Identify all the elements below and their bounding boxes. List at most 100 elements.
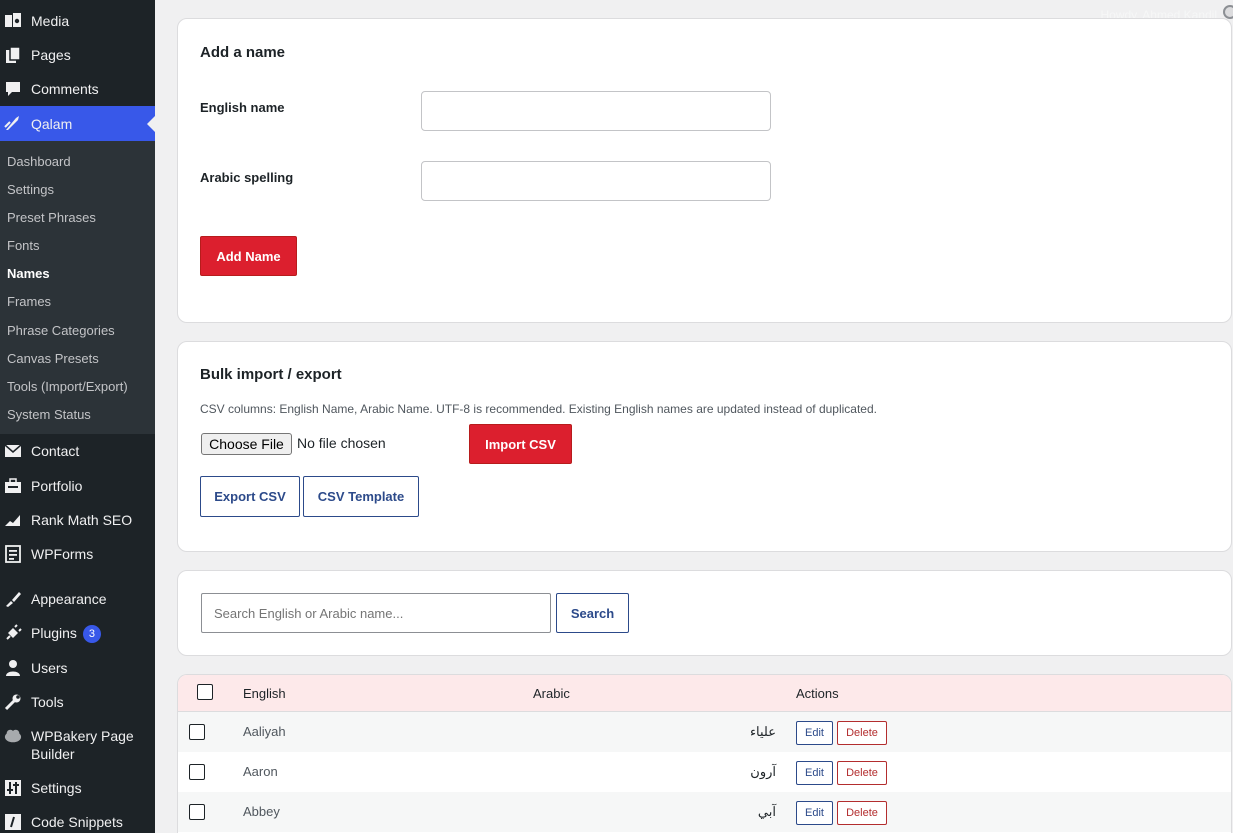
- admin-sidebar: Media Pages Comments Qalam Dashboard Set…: [0, 0, 155, 833]
- sidebar-item-pages[interactable]: Pages: [0, 46, 155, 66]
- wrench-icon: [4, 693, 22, 711]
- csv-help-text: CSV columns: English Name, Arabic Name. …: [200, 402, 877, 416]
- settings-icon: [4, 779, 22, 797]
- users-icon: [4, 659, 22, 677]
- sidebar-item-label: Contact: [31, 443, 80, 459]
- arabic-spelling-label: Arabic spelling: [200, 170, 294, 185]
- export-csv-button[interactable]: Export CSV: [200, 476, 300, 517]
- media-icon: [4, 12, 22, 30]
- row-checkbox[interactable]: [189, 724, 205, 740]
- sidebar-item-label: Code Snippets: [31, 814, 123, 830]
- table-header: English Arabic Actions: [178, 675, 1231, 712]
- sidebar-item-label: Tools: [31, 694, 64, 710]
- submenu-fonts[interactable]: Fonts: [7, 238, 40, 254]
- table-row: Aaliyah علياء Edit Delete: [178, 712, 1231, 752]
- submenu-canvas-presets[interactable]: Canvas Presets: [7, 351, 99, 367]
- arabic-spelling-input[interactable]: [421, 161, 771, 201]
- column-arabic[interactable]: Arabic: [533, 686, 570, 701]
- sidebar-item-label: Appearance: [31, 591, 107, 607]
- english-name-cell: Abbey: [243, 804, 280, 819]
- sidebar-item-label: Rank Math SEO: [31, 512, 133, 528]
- sidebar-item-appearance[interactable]: Appearance: [0, 590, 155, 610]
- row-checkbox[interactable]: [189, 804, 205, 820]
- sidebar-item-rank-math[interactable]: Rank Math SEO: [0, 511, 155, 531]
- column-actions: Actions: [796, 686, 839, 701]
- sidebar-item-wpbakery[interactable]: WPBakery Page Builder: [0, 727, 155, 765]
- submenu-names[interactable]: Names: [7, 266, 50, 282]
- edit-button[interactable]: Edit: [796, 721, 833, 745]
- delete-button[interactable]: Delete: [837, 721, 887, 745]
- sidebar-item-contact[interactable]: Contact: [0, 442, 155, 462]
- sidebar-item-comments[interactable]: Comments: [0, 80, 155, 100]
- code-snippets-icon: [4, 813, 22, 831]
- submenu-preset-phrases[interactable]: Preset Phrases: [7, 210, 96, 226]
- qalam-submenu: Dashboard Settings Preset Phrases Fonts …: [0, 141, 155, 434]
- sidebar-item-plugins[interactable]: Plugins 3: [0, 624, 155, 644]
- sidebar-item-label: Media: [31, 13, 70, 29]
- qalam-icon: [4, 114, 22, 132]
- edit-button[interactable]: Edit: [796, 761, 833, 785]
- select-all-checkbox[interactable]: [197, 684, 213, 700]
- sidebar-item-label: Users: [31, 660, 68, 676]
- comments-icon: [4, 80, 22, 98]
- submenu-frames[interactable]: Frames: [7, 294, 51, 310]
- sidebar-item-label: Pages: [31, 47, 71, 63]
- english-name-cell: Aaron: [243, 764, 278, 779]
- edit-button[interactable]: Edit: [796, 801, 833, 825]
- english-name-label: English name: [200, 100, 285, 115]
- appearance-icon: [4, 590, 22, 608]
- submenu-tools-import-export[interactable]: Tools (Import/Export): [7, 379, 128, 395]
- column-english[interactable]: English: [243, 686, 286, 701]
- sidebar-item-tools[interactable]: Tools: [0, 693, 155, 713]
- table-row: Abbey آبي Edit Delete: [178, 792, 1231, 832]
- add-name-button[interactable]: Add Name: [200, 236, 297, 276]
- portfolio-icon: [4, 477, 22, 495]
- sidebar-item-code-snippets[interactable]: Code Snippets: [0, 813, 155, 833]
- add-name-title: Add a name: [200, 44, 286, 61]
- mail-icon: [4, 442, 22, 460]
- delete-button[interactable]: Delete: [837, 761, 887, 785]
- sidebar-item-label: Qalam: [31, 116, 73, 132]
- sidebar-item-label: Portfolio: [31, 478, 83, 494]
- delete-button[interactable]: Delete: [837, 801, 887, 825]
- plugins-icon: [4, 624, 22, 642]
- sidebar-item-portfolio[interactable]: Portfolio: [0, 477, 155, 497]
- wpforms-icon: [4, 545, 22, 563]
- sidebar-item-label: Plugins 3: [31, 624, 101, 644]
- sidebar-item-label: WPForms: [31, 546, 94, 562]
- names-table: English Arabic Actions Aaliyah علياء Edi…: [177, 674, 1232, 833]
- english-name-input[interactable]: [421, 91, 771, 131]
- sidebar-item-users[interactable]: Users: [0, 659, 155, 679]
- sidebar-item-label: WPBakery Page Builder: [31, 728, 134, 762]
- pages-icon: [4, 46, 22, 64]
- english-name-cell: Aaliyah: [243, 724, 286, 739]
- arabic-name-cell: آرون: [750, 764, 776, 779]
- search-button[interactable]: Search: [556, 593, 629, 633]
- avatar[interactable]: [1223, 5, 1233, 19]
- search-input[interactable]: [201, 593, 551, 633]
- submenu-phrase-categories[interactable]: Phrase Categories: [7, 323, 115, 339]
- wpbakery-icon: [4, 727, 22, 745]
- arabic-name-cell: علياء: [749, 724, 776, 739]
- submenu-settings[interactable]: Settings: [7, 182, 54, 198]
- import-csv-button[interactable]: Import CSV: [469, 424, 572, 464]
- submenu-dashboard[interactable]: Dashboard: [7, 154, 71, 170]
- sidebar-item-label: Comments: [31, 81, 99, 97]
- file-status-text: No file chosen: [297, 435, 386, 451]
- search-card: Search: [177, 570, 1232, 656]
- submenu-system-status[interactable]: System Status: [7, 407, 91, 423]
- arabic-name-cell: آبي: [757, 804, 776, 819]
- sidebar-item-wpforms[interactable]: WPForms: [0, 545, 155, 565]
- choose-file-button[interactable]: Choose File: [201, 433, 292, 455]
- csv-template-button[interactable]: CSV Template: [303, 476, 419, 517]
- plugins-update-badge: 3: [82, 625, 101, 644]
- active-indicator: [147, 116, 155, 132]
- sidebar-item-settings[interactable]: Settings: [0, 779, 155, 799]
- bulk-title: Bulk import / export: [200, 366, 342, 383]
- row-checkbox[interactable]: [189, 764, 205, 780]
- sidebar-item-media[interactable]: Media: [0, 12, 155, 32]
- add-name-card: Add a name English name Arabic spelling …: [177, 18, 1232, 323]
- table-row: Aaron آرون Edit Delete: [178, 752, 1231, 792]
- sidebar-item-label: Settings: [31, 780, 82, 796]
- sidebar-item-qalam[interactable]: Qalam: [0, 106, 155, 141]
